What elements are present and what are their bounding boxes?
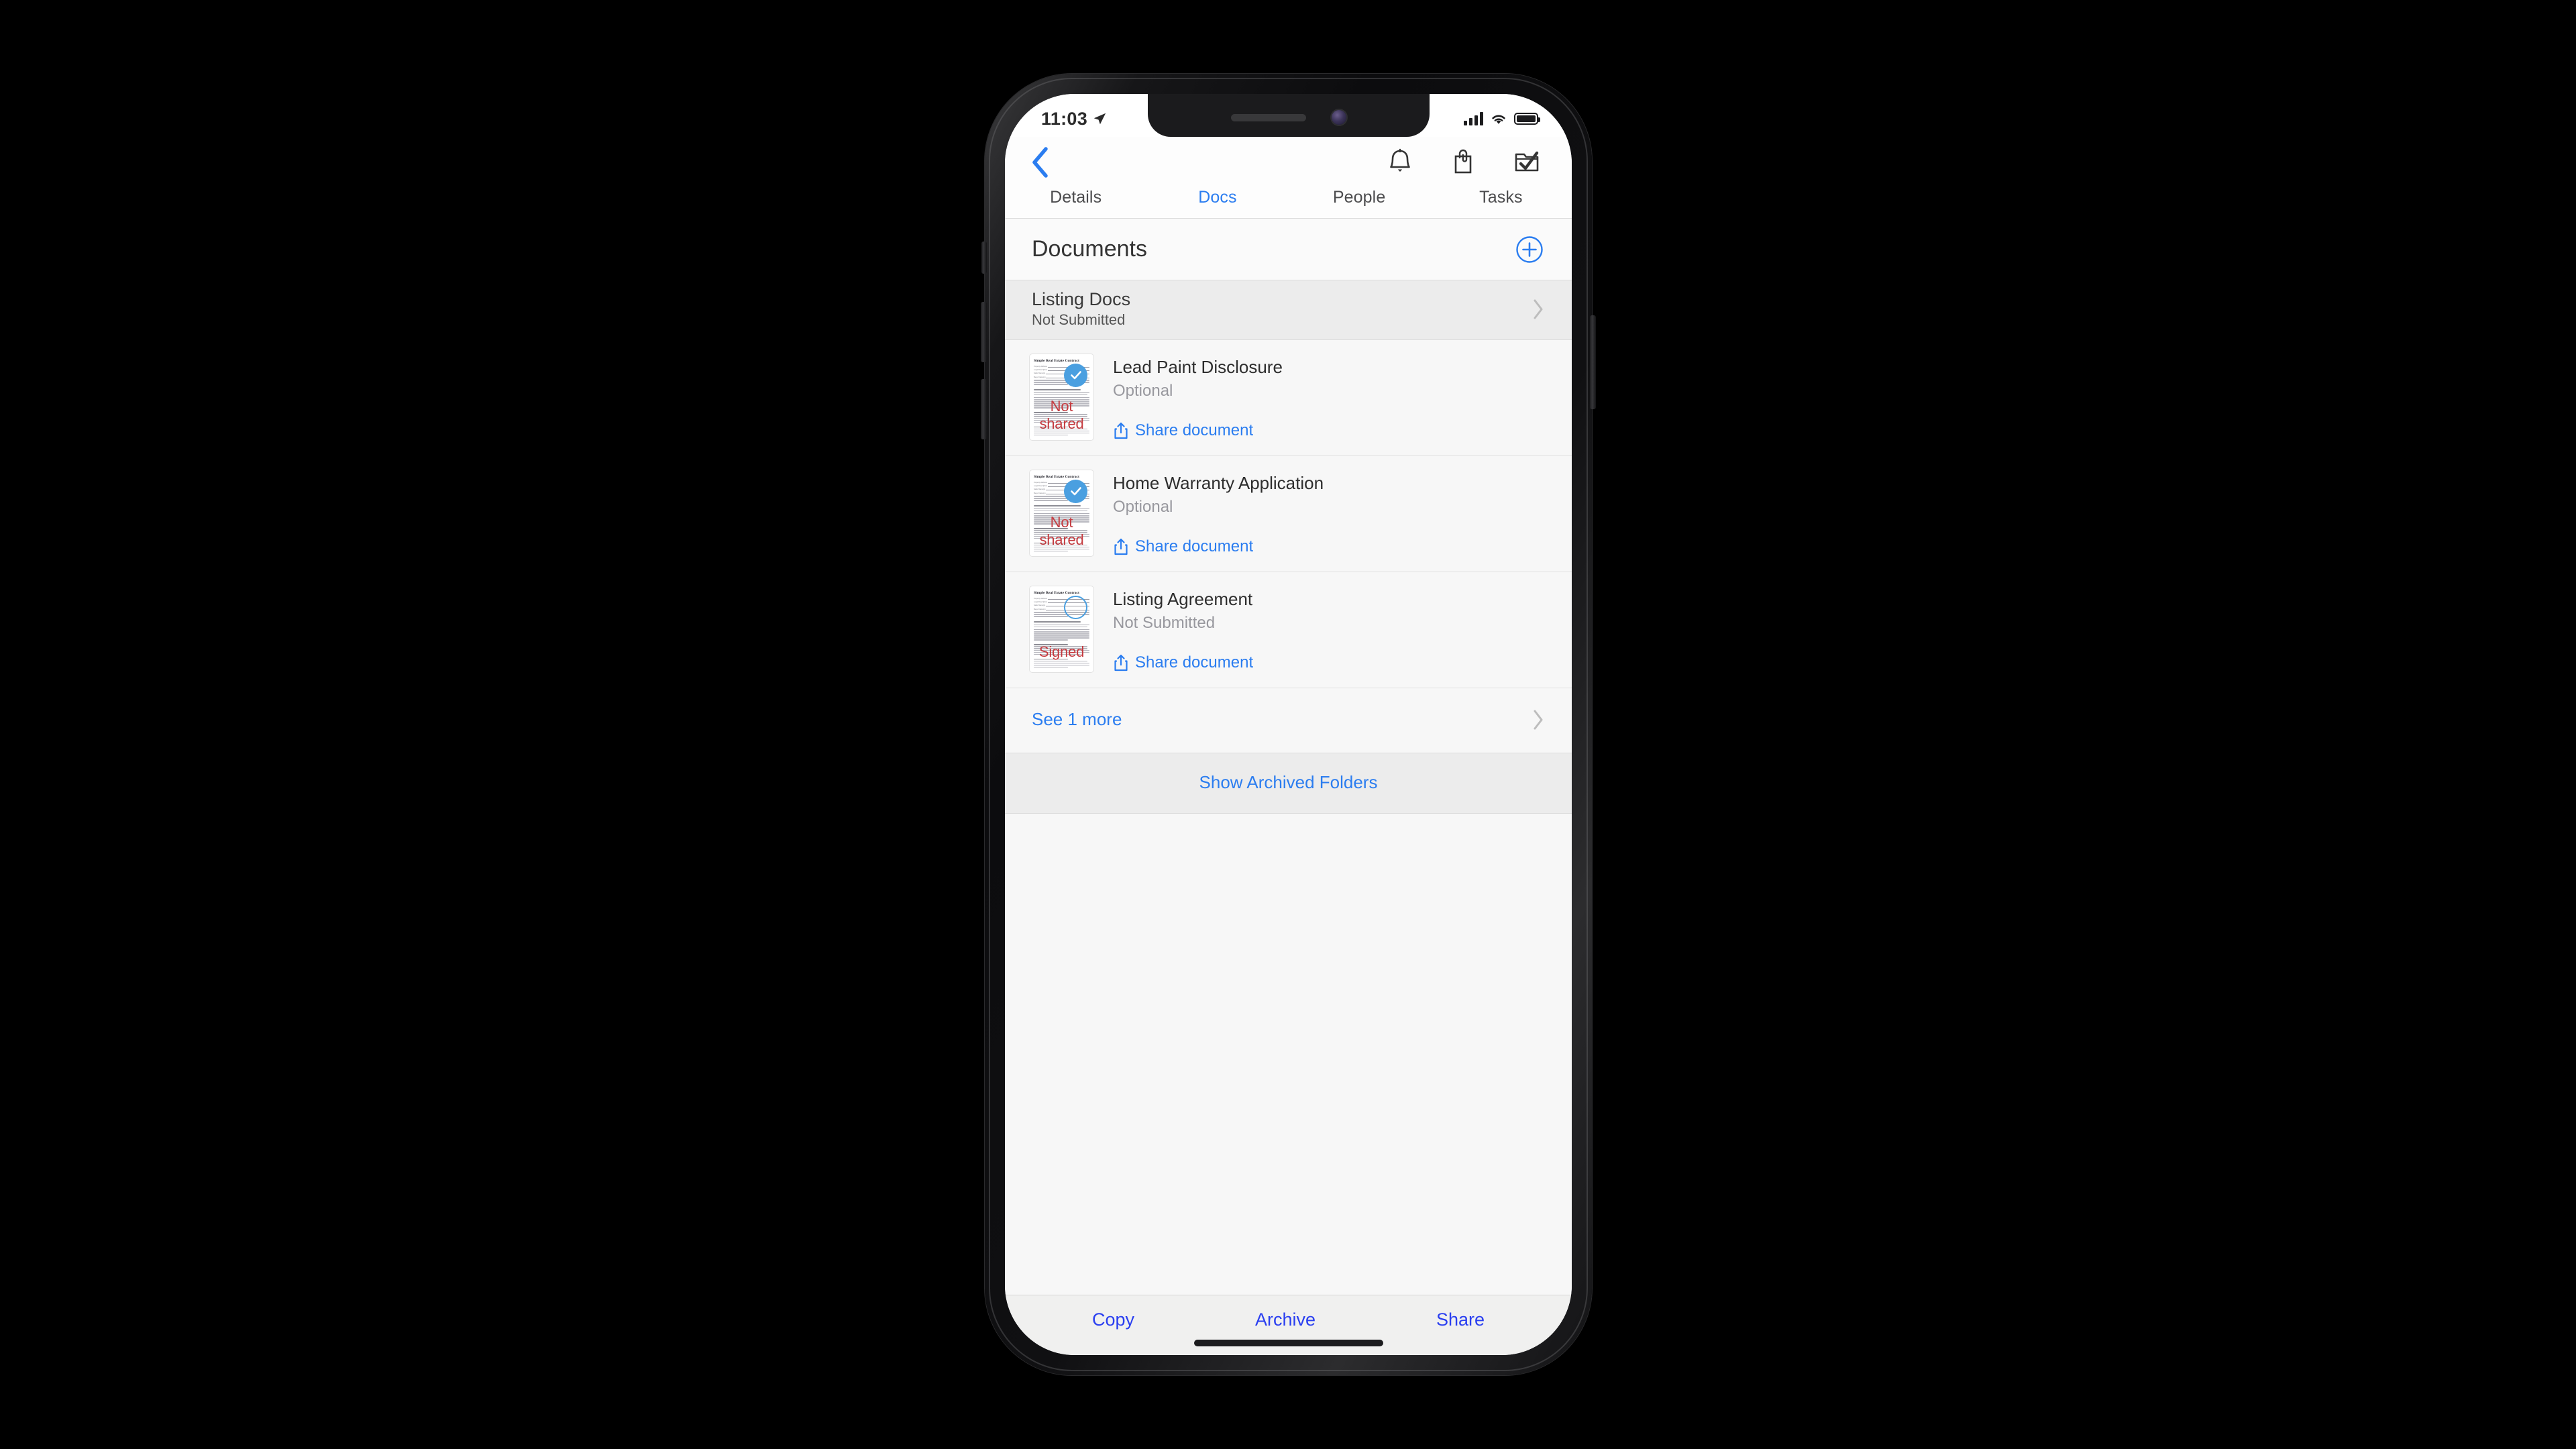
- document-status: Optional: [1113, 382, 1173, 400]
- check-icon: [1070, 487, 1081, 496]
- document-status: Optional: [1113, 498, 1173, 517]
- notifications-icon[interactable]: [1387, 148, 1413, 177]
- silent-switch[interactable]: [981, 241, 987, 274]
- document-status-badge-unchecked: [1064, 595, 1087, 619]
- device-notch: [1147, 94, 1430, 137]
- tab-docs[interactable]: Docs: [1146, 188, 1288, 207]
- chevron-left-icon[interactable]: [1030, 146, 1051, 179]
- share-button[interactable]: Share: [1436, 1309, 1485, 1330]
- share-icon: [1114, 423, 1128, 439]
- thumb-field-label: Legal Description: [1034, 368, 1048, 371]
- document-name: Lead Paint Disclosure: [1113, 356, 1283, 377]
- folder-status: Not Submitted: [1032, 311, 1126, 328]
- share-document-button[interactable]: Share document: [1113, 537, 1548, 556]
- chevron-right-icon: [1534, 299, 1543, 319]
- show-archived-folders-button[interactable]: Show Archived Folders: [1005, 753, 1572, 814]
- thumb-field-label: Buyer Name(s): [1034, 376, 1046, 378]
- tab-details[interactable]: Details: [1005, 188, 1146, 207]
- chevron-right-icon: [1534, 710, 1543, 730]
- share-document-label: Share document: [1135, 653, 1254, 672]
- document-row[interactable]: Simple Real Estate Contract Property Add…: [1005, 572, 1572, 688]
- show-archived-folders-label: Show Archived Folders: [1199, 771, 1378, 792]
- thumb-field-label: Seller Name(s): [1034, 488, 1046, 491]
- document-row[interactable]: Simple Real Estate Contract Property Add…: [1005, 455, 1572, 572]
- document-row[interactable]: Simple Real Estate Contract Property Add…: [1005, 339, 1572, 456]
- cellular-signal-icon: [1464, 112, 1483, 125]
- contract-preview: Simple Real Estate Contract Property Add…: [1029, 469, 1094, 557]
- document-thumbnail[interactable]: Simple Real Estate Contract Property Add…: [1029, 353, 1094, 441]
- tab-tasks[interactable]: Tasks: [1430, 188, 1572, 207]
- nav-action-group: [1387, 148, 1549, 177]
- share-document-label: Share document: [1135, 537, 1254, 556]
- share-icon: [1114, 655, 1128, 672]
- thumb-field-label: Property Address: [1034, 365, 1047, 368]
- add-document-button[interactable]: [1515, 235, 1544, 264]
- power-button[interactable]: [1590, 315, 1596, 409]
- status-bar-left: 11:03: [1041, 109, 1107, 129]
- folder-text-group: Listing Docs Not Submitted: [1032, 288, 1130, 330]
- thumb-title: Simple Real Estate Contract: [1034, 590, 1079, 595]
- status-time: 11:03: [1041, 108, 1088, 129]
- attachments-bag-icon[interactable]: [1450, 148, 1477, 177]
- document-list: Simple Real Estate Contract Property Add…: [1005, 339, 1572, 688]
- thumb-field-label: Property Address: [1034, 597, 1047, 600]
- battery-full-icon: [1514, 113, 1540, 125]
- thumb-field-label: Seller Name(s): [1034, 372, 1046, 375]
- thumb-field-label: Legal Description: [1034, 600, 1048, 603]
- document-info: Lead Paint Disclosure Optional Share doc…: [1094, 354, 1548, 441]
- document-thumbnail[interactable]: Simple Real Estate Contract Property Add…: [1029, 469, 1094, 557]
- thumb-title: Simple Real Estate Contract: [1034, 358, 1079, 363]
- see-more-row[interactable]: See 1 more: [1005, 688, 1572, 753]
- check-icon: [1070, 371, 1081, 380]
- status-bar-right: [1464, 112, 1540, 125]
- share-document-label: Share document: [1135, 421, 1254, 440]
- tab-bar: Details Docs People Tasks: [1005, 188, 1572, 219]
- earpiece-speaker: [1230, 113, 1306, 121]
- app-nav-bar: [1005, 137, 1572, 188]
- thumb-field-label: Buyer Name(s): [1034, 492, 1046, 494]
- thumb-title: Simple Real Estate Contract: [1034, 474, 1079, 479]
- phone-screen: 11:03 Details Docs People Tasks Document…: [1005, 94, 1572, 1355]
- phone-device-frame: 11:03 Details Docs People Tasks Document…: [981, 74, 1596, 1375]
- copy-button[interactable]: Copy: [1092, 1309, 1134, 1330]
- front-camera: [1331, 110, 1346, 125]
- document-status-badge-checked: [1064, 479, 1087, 503]
- document-status: Not Submitted: [1113, 614, 1216, 633]
- documents-section-header: Documents: [1005, 219, 1572, 280]
- thumb-field-label: Legal Description: [1034, 484, 1048, 487]
- share-document-button[interactable]: Share document: [1113, 653, 1548, 672]
- app-content: Details Docs People Tasks Documents List…: [1005, 137, 1572, 1355]
- share-icon: [1114, 539, 1128, 555]
- tasks-folder-check-icon[interactable]: [1513, 148, 1541, 177]
- document-name: Listing Agreement: [1113, 588, 1253, 609]
- document-info: Listing Agreement Not Submitted Share do…: [1094, 586, 1548, 673]
- home-indicator[interactable]: [1193, 1340, 1383, 1346]
- folder-row-listing-docs[interactable]: Listing Docs Not Submitted: [1005, 280, 1572, 340]
- folder-name: Listing Docs: [1032, 289, 1131, 309]
- thumb-field-label: Buyer Name(s): [1034, 608, 1046, 610]
- screenshot-stage: 11:03 Details Docs People Tasks Document…: [0, 0, 2576, 1449]
- contract-preview: Simple Real Estate Contract Property Add…: [1029, 585, 1094, 673]
- document-name: Home Warranty Application: [1113, 472, 1324, 493]
- empty-space: [1005, 813, 1572, 1295]
- document-status-badge-checked: [1064, 363, 1087, 387]
- bottom-toolbar: Copy Archive Share: [1005, 1295, 1572, 1355]
- contract-preview: Simple Real Estate Contract Property Add…: [1029, 353, 1094, 441]
- share-document-button[interactable]: Share document: [1113, 421, 1548, 440]
- thumb-field-label: Property Address: [1034, 481, 1047, 484]
- tab-people[interactable]: People: [1289, 188, 1430, 207]
- wifi-icon: [1492, 115, 1505, 124]
- location-arrow-icon: [1093, 113, 1106, 125]
- page-title: Documents: [1032, 236, 1147, 262]
- document-info: Home Warranty Application Optional Share…: [1094, 470, 1548, 557]
- archive-button[interactable]: Archive: [1255, 1309, 1316, 1330]
- see-more-label: See 1 more: [1032, 709, 1122, 730]
- volume-up-button[interactable]: [981, 302, 987, 362]
- volume-down-button[interactable]: [981, 379, 987, 439]
- document-thumbnail[interactable]: Simple Real Estate Contract Property Add…: [1029, 585, 1094, 673]
- thumb-field-label: Seller Name(s): [1034, 604, 1046, 607]
